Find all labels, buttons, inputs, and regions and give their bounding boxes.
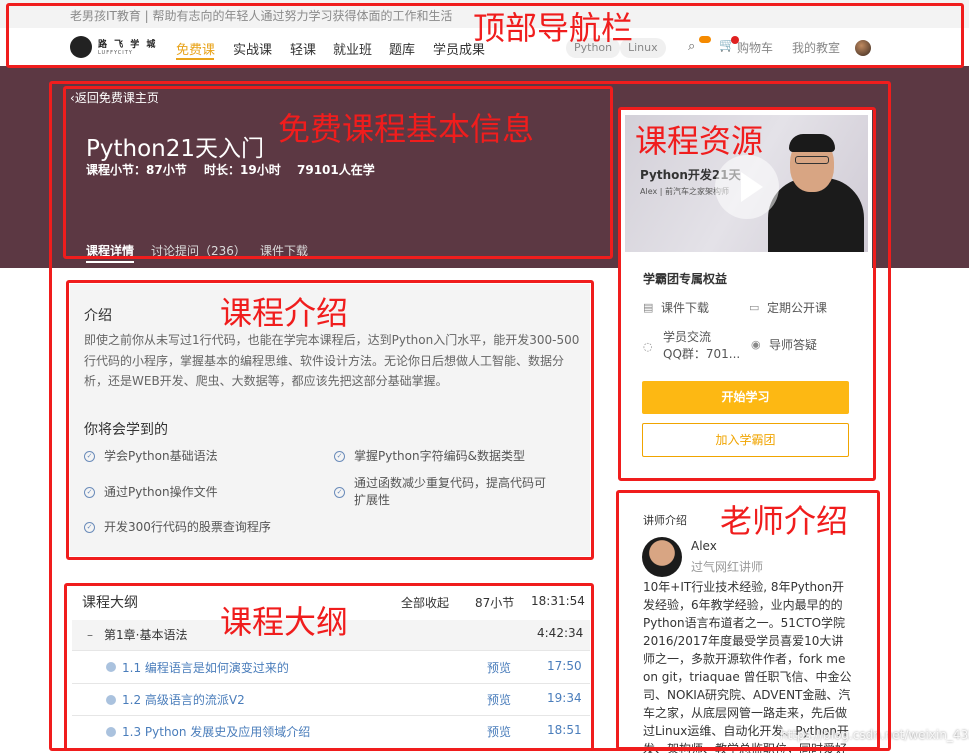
monitor-icon: ▭	[749, 301, 760, 314]
play-icon	[106, 662, 116, 672]
tab-courseware-download[interactable]: 课件下载	[260, 242, 308, 259]
course-duration: 时长：19小时	[204, 163, 281, 177]
logo-icon[interactable]	[70, 36, 92, 58]
tab-course-details[interactable]: 课程详情	[86, 242, 134, 259]
document-icon: ▤	[643, 301, 654, 314]
lesson-title[interactable]: 1.3 Python 发展史及应用领域介绍	[122, 723, 310, 740]
my-classroom-link[interactable]: 我的教室	[792, 39, 840, 56]
check-circle-icon: ✓	[84, 522, 95, 533]
lesson-duration: 19:34	[547, 691, 582, 705]
slogan-text: 老男孩IT教育 | 帮助有志向的年轻人通过努力学习获得体面的工作和生活	[70, 9, 453, 23]
lesson-title[interactable]: 1.1 编程语言是如何演变过来的	[122, 659, 289, 676]
perk-live-class[interactable]: 定期公开课	[767, 300, 827, 316]
teacher-avatar[interactable]	[642, 537, 682, 577]
perk-qq-group[interactable]: QQ群：701...	[663, 346, 740, 362]
teacher-bio: 10年+IT行业技术经验, 8年Python开发经验，6年教学经验，业内最早的的…	[643, 580, 852, 753]
nav-free-course[interactable]: 免费课	[176, 39, 215, 58]
lesson-preview-link[interactable]: 预览	[487, 691, 511, 708]
tab-active-underline	[86, 261, 134, 263]
logo-subtext: LUFFYCITY	[98, 50, 133, 56]
search-icon[interactable]: ⌕	[688, 39, 695, 54]
course-learner-count: 79101人在学	[297, 163, 375, 177]
check-circle-icon: ✓	[84, 487, 95, 498]
lesson-preview-link[interactable]: 预览	[487, 659, 511, 676]
intro-heading: 介绍	[84, 308, 112, 324]
nav-practical-course[interactable]: 实战课	[233, 39, 272, 58]
nav-question-bank[interactable]: 题库	[389, 39, 415, 58]
learn-item: 通过Python操作文件	[104, 485, 218, 499]
logo-text[interactable]: 路 飞 学 城	[98, 37, 157, 50]
teacher-name: Alex	[691, 539, 717, 553]
teacher-heading: 讲师介绍	[643, 514, 687, 527]
watermark: https://blog.csdn.net/weixin_43336281	[780, 728, 969, 742]
cart-link[interactable]: 购物车	[737, 39, 773, 56]
tutor-icon: ◉	[751, 338, 761, 351]
perk-courseware[interactable]: 课件下载	[661, 300, 709, 316]
outline-total-duration: 18:31:54	[531, 594, 585, 608]
annotation-resources: 课程资源	[635, 122, 764, 160]
perk-qq-line1: 学员交流	[663, 330, 712, 344]
outline-lesson-count: 87小节	[475, 596, 515, 610]
play-triangle-icon[interactable]	[741, 172, 763, 202]
teacher-photo-glasses	[795, 156, 829, 164]
chapter-title[interactable]: 第1章·基本语法	[104, 626, 187, 643]
lesson-duration: 17:50	[547, 659, 582, 673]
nav-light-course[interactable]: 轻课	[290, 39, 316, 58]
play-icon	[106, 727, 116, 737]
tab-discussion[interactable]: 讨论提问（236）	[151, 242, 246, 259]
start-learning-button[interactable]: 开始学习	[642, 381, 849, 414]
join-study-group-button[interactable]: 加入学霸团	[642, 423, 849, 457]
nav-active-underline	[176, 58, 214, 60]
teacher-title: 过气网红讲师	[691, 560, 764, 574]
lesson-preview-link[interactable]: 预览	[487, 723, 511, 740]
intro-text: 即使之前你从未写过1行代码，也能在学完本课程后，达到Python入门水平，能开发…	[84, 333, 580, 388]
check-circle-icon: ✓	[334, 487, 345, 498]
play-icon	[106, 695, 116, 705]
perk-tutor[interactable]: 导师答疑	[769, 337, 817, 353]
lesson-duration: 18:51	[547, 723, 582, 737]
new-badge-icon	[699, 36, 711, 43]
chat-icon: ◌	[643, 340, 653, 353]
course-lesson-count: 课程小节：87小节	[86, 163, 187, 177]
back-link-label: 返回免费课主页	[74, 91, 159, 105]
chapter-duration: 4:42:34	[537, 626, 584, 640]
learn-item: 掌握Python字符编码&数据类型	[354, 449, 525, 463]
lesson-title[interactable]: 1.2 高级语言的流派V2	[122, 691, 245, 708]
learn-item: 学会Python基础语法	[104, 449, 218, 463]
check-circle-icon: ✓	[334, 451, 345, 462]
back-to-free-courses-link[interactable]: ‹返回免费课主页	[70, 89, 159, 106]
outline-title: 课程大纲	[82, 595, 138, 611]
learn-heading: 你将会学到的	[84, 422, 168, 438]
annotation-teacher: 老师介绍	[720, 502, 849, 540]
collapse-all-button[interactable]: 全部收起	[401, 594, 449, 611]
learn-item: 开发300行代码的股票查询程序	[104, 520, 271, 534]
learn-item: 通过函数减少重复代码，提高代码可扩展性	[354, 476, 547, 507]
teacher-photo-hair	[789, 134, 835, 152]
collapse-icon[interactable]: –	[87, 628, 93, 642]
perks-heading: 学霸团专属权益	[643, 272, 728, 286]
check-circle-icon: ✓	[84, 451, 95, 462]
annotation-course-info: 免费课程基本信息	[278, 110, 535, 148]
annotation-outline: 课程大纲	[220, 603, 349, 641]
course-title: Python21天入门	[86, 136, 264, 162]
annotation-intro: 课程介绍	[220, 294, 349, 332]
annotation-top-nav: 顶部导航栏	[473, 9, 634, 47]
user-avatar[interactable]	[855, 40, 871, 56]
nav-career-class[interactable]: 就业班	[333, 39, 372, 58]
